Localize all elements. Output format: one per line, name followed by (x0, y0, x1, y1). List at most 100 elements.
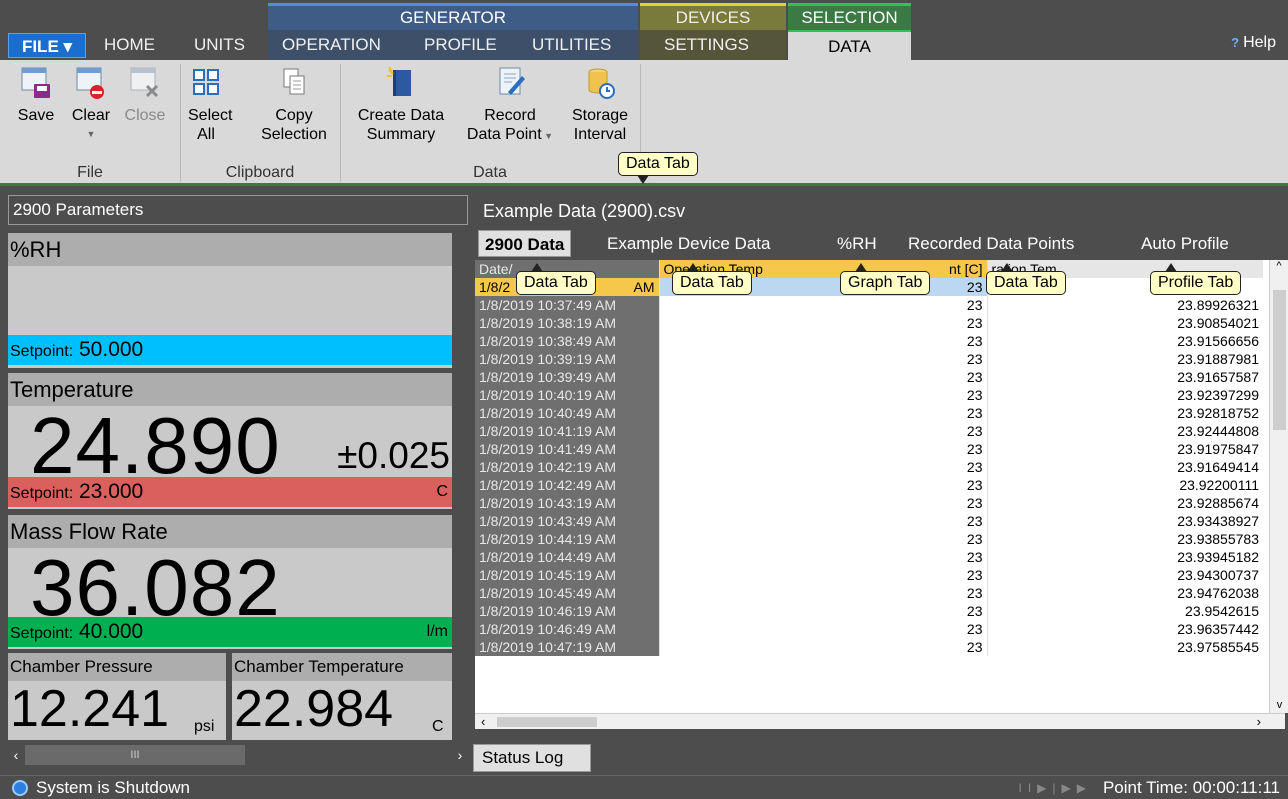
cell-temperature[interactable]: 23.93438927 (986, 512, 1263, 530)
table-row[interactable]: 1/8/2019 10:42:19 AM 23 23.91649414 (475, 458, 1263, 476)
tab-example-device-data[interactable]: Example Device Data (607, 230, 770, 257)
cell-setpoint[interactable]: 23 (658, 422, 987, 440)
tab-auto-profile[interactable]: Auto Profile (1141, 230, 1229, 257)
cell-setpoint[interactable]: 23 (658, 476, 987, 494)
fast-forward-icon[interactable]: ▶▶ (1062, 781, 1092, 795)
grid-scroll-left-icon[interactable]: ‹ (481, 714, 485, 729)
cell-setpoint[interactable]: 23 (658, 602, 987, 620)
scroll-thumb[interactable]: III (25, 745, 245, 765)
grid-scroll-right-icon[interactable]: › (1257, 714, 1261, 729)
cell-timestamp[interactable]: 1/8/2019 10:38:49 AM (475, 332, 659, 350)
tab-utilities[interactable]: UTILITIES (532, 33, 611, 57)
table-row[interactable]: 1/8/2019 10:43:49 AM 23 23.93438927 (475, 512, 1263, 530)
chamber-temperature-panel[interactable]: Chamber Temperature 22.984 C (232, 653, 452, 740)
cell-setpoint[interactable]: 23 (658, 530, 987, 548)
table-row[interactable]: 1/8/2019 10:45:49 AM 23 23.94762038 (475, 584, 1263, 602)
cell-timestamp[interactable]: 1/8/2019 10:47:19 AM (475, 638, 659, 656)
cell-setpoint[interactable]: 23 (658, 620, 987, 638)
cell-timestamp[interactable]: 1/8/2019 10:43:19 AM (475, 494, 659, 512)
tab-operation[interactable]: OPERATION (282, 33, 381, 57)
table-row[interactable]: 1/8/2019 10:40:19 AM 23 23.92397299 (475, 386, 1263, 404)
cell-setpoint[interactable]: 23 (658, 314, 987, 332)
save-button[interactable]: Save (14, 66, 58, 125)
rh-panel[interactable]: %RH Setpoint: 50.000 (8, 233, 452, 368)
cell-setpoint[interactable]: 23 (658, 494, 987, 512)
scroll-up-icon[interactable]: ^ (1270, 260, 1288, 272)
table-row[interactable]: 1/8/2019 10:43:19 AM 23 23.92885674 (475, 494, 1263, 512)
cell-temperature[interactable]: 23.91975847 (986, 440, 1263, 458)
cell-timestamp[interactable]: 1/8/2019 10:45:19 AM (475, 566, 659, 584)
table-row[interactable]: 1/8/2019 10:42:49 AM 23 23.92200111 (475, 476, 1263, 494)
chamber-pressure-panel[interactable]: Chamber Pressure 12.241 psi (8, 653, 226, 740)
temperature-panel[interactable]: Temperature 24.890 ±0.025 Setpoint: 23.0… (8, 373, 452, 509)
tab-settings[interactable]: SETTINGS (664, 33, 749, 57)
cell-setpoint[interactable]: 23 (658, 368, 987, 386)
cell-setpoint[interactable]: 23 (658, 566, 987, 584)
cell-timestamp[interactable]: 1/8/2019 10:42:49 AM (475, 476, 659, 494)
scroll-down-icon[interactable]: v (1270, 699, 1288, 711)
cell-setpoint[interactable]: 23 (658, 296, 987, 314)
cell-temperature[interactable]: 23.93945182 (986, 548, 1263, 566)
table-row[interactable]: 1/8/2019 10:44:49 AM 23 23.93945182 (475, 548, 1263, 566)
table-row[interactable]: 1/8/2019 10:41:19 AM 23 23.92444808 (475, 422, 1263, 440)
cell-timestamp[interactable]: 1/8/2019 10:40:19 AM (475, 386, 659, 404)
table-row[interactable]: 1/8/2019 10:45:19 AM 23 23.94300737 (475, 566, 1263, 584)
data-grid[interactable]: Date/ Operation Temp nt [C] ration Tem 1/… (475, 260, 1285, 728)
table-row[interactable]: 1/8/2019 10:47:19 AM 23 23.97585545 (475, 638, 1263, 656)
cell-setpoint[interactable]: 23 (658, 332, 987, 350)
cell-temperature[interactable]: 23.92885674 (986, 494, 1263, 512)
tab-rh[interactable]: %RH (837, 230, 877, 257)
cell-timestamp[interactable]: 1/8/2019 10:46:49 AM (475, 620, 659, 638)
massflow-panel[interactable]: Mass Flow Rate 36.082 Setpoint: 40.000 l… (8, 515, 452, 649)
cell-setpoint[interactable]: 23 (658, 584, 987, 602)
cell-temperature[interactable]: 23.92397299 (986, 386, 1263, 404)
table-row[interactable]: 1/8/2019 10:46:49 AM 23 23.96357442 (475, 620, 1263, 638)
table-row[interactable]: 1/8/2019 10:39:49 AM 23 23.91657587 (475, 368, 1263, 386)
left-horizontal-scrollbar[interactable]: ‹ III › (8, 743, 468, 767)
grid-horizontal-scrollbar[interactable]: ‹ › (475, 713, 1285, 729)
cell-temperature[interactable]: 23.91887981 (986, 350, 1263, 368)
record-data-point-button[interactable]: Record Data Point ▼ (458, 66, 562, 146)
cell-temperature[interactable]: 23.93855783 (986, 530, 1263, 548)
table-row[interactable]: 1/8/2019 10:41:49 AM 23 23.91975847 (475, 440, 1263, 458)
cell-temperature[interactable]: 23.97585545 (986, 638, 1263, 656)
scroll-right-icon[interactable]: › (452, 743, 468, 767)
tab-home[interactable]: HOME (104, 33, 155, 57)
cell-temperature[interactable]: 23.90854021 (986, 314, 1263, 332)
cell-temperature[interactable]: 23.91657587 (986, 368, 1263, 386)
storage-interval-button[interactable]: Storage Interval (562, 66, 638, 144)
cell-temperature[interactable]: 23.94762038 (986, 584, 1263, 602)
table-row[interactable]: 1/8/2019 10:44:19 AM 23 23.93855783 (475, 530, 1263, 548)
create-data-summary-button[interactable]: Create Data Summary (346, 66, 456, 144)
cell-setpoint[interactable]: 23 (658, 512, 987, 530)
cell-timestamp[interactable]: 1/8/2019 10:45:49 AM (475, 584, 659, 602)
cell-setpoint[interactable]: 23 (658, 440, 987, 458)
cell-timestamp[interactable]: 1/8/2019 10:44:49 AM (475, 548, 659, 566)
cell-setpoint[interactable]: 23 (658, 404, 987, 422)
cell-timestamp[interactable]: 1/8/2019 10:37:49 AM (475, 296, 659, 314)
cell-temperature[interactable]: 23.89926321 (986, 296, 1263, 314)
cell-timestamp[interactable]: 1/8/2019 10:39:49 AM (475, 368, 659, 386)
vertical-scroll-thumb[interactable] (1273, 290, 1286, 430)
cell-timestamp[interactable]: 1/8/2019 10:42:19 AM (475, 458, 659, 476)
select-all-button[interactable]: Select All (188, 66, 232, 144)
cell-temperature[interactable]: 23.92818752 (986, 404, 1263, 422)
tab-data[interactable]: DATA (788, 30, 911, 60)
cell-timestamp[interactable]: 1/8/2019 10:44:19 AM (475, 530, 659, 548)
table-row[interactable]: 1/8/2019 10:40:49 AM 23 23.92818752 (475, 404, 1263, 422)
cell-timestamp[interactable]: 1/8/2019 10:43:49 AM (475, 512, 659, 530)
tab-units[interactable]: UNITS (194, 33, 245, 57)
tab-2900-data[interactable]: 2900 Data (478, 230, 572, 257)
cell-setpoint[interactable]: 23 (658, 386, 987, 404)
cell-timestamp[interactable]: 1/8/2019 10:38:19 AM (475, 314, 659, 332)
close-button[interactable]: Close (120, 66, 170, 125)
cell-timestamp[interactable]: 1/8/2019 10:40:49 AM (475, 404, 659, 422)
help-button[interactable]: ? Help (1231, 34, 1276, 52)
cell-timestamp[interactable]: 1/8/2019 10:39:19 AM (475, 350, 659, 368)
cell-temperature[interactable]: 23.92444808 (986, 422, 1263, 440)
cell-temperature[interactable]: 23.9542615 (986, 602, 1263, 620)
scroll-left-icon[interactable]: ‹ (8, 743, 24, 767)
cell-setpoint[interactable]: 23 (658, 350, 987, 368)
cell-timestamp[interactable]: 1/8/2019 10:41:19 AM (475, 422, 659, 440)
file-menu-button[interactable]: FILE ▾ (8, 33, 86, 58)
